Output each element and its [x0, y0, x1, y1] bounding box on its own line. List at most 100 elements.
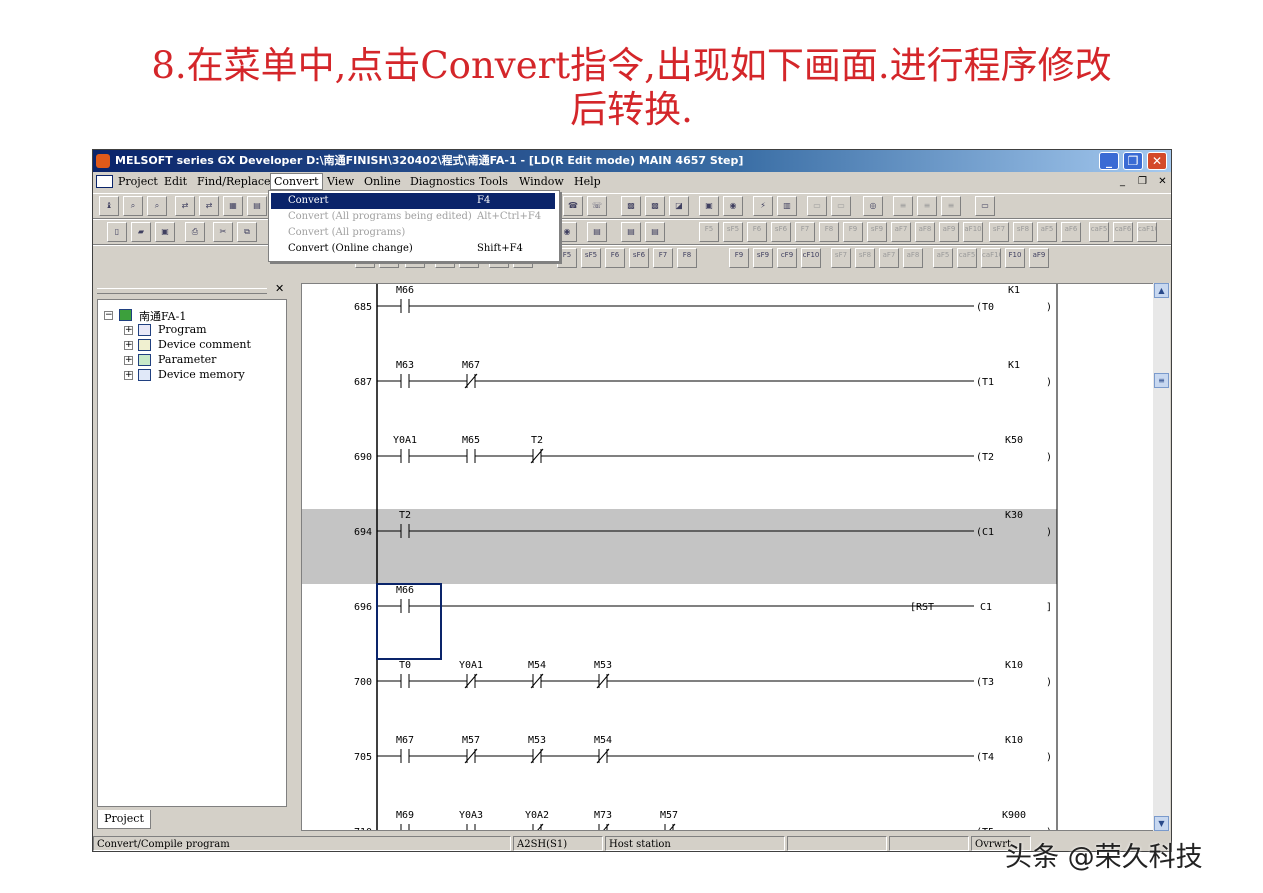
tree-item-parameter[interactable]: Parameter: [158, 353, 216, 366]
device-test-icon[interactable]: ⚡: [753, 196, 773, 216]
print-icon[interactable]: ⎙: [185, 222, 205, 242]
vline-key-icon[interactable]: sF9: [753, 248, 773, 268]
key-f7-icon[interactable]: F7: [795, 222, 815, 242]
key-af7-icon[interactable]: aF7: [891, 222, 911, 242]
ladder-diagram[interactable]: 685 M66 (T0 K1) 687 M63 M67 (T1 K1) 690 Y0A1 M65 T2 (…: [302, 284, 1156, 831]
convert-online-change-menu-item[interactable]: Convert (Online change) Shift+F4: [271, 241, 555, 257]
scroll-thumb[interactable]: ≡: [1154, 373, 1169, 388]
menu-project[interactable]: Project: [118, 175, 158, 188]
find-instruction-icon[interactable]: ⌕: [123, 196, 143, 216]
menu-help[interactable]: Help: [574, 175, 601, 188]
menu-tools[interactable]: Tools: [479, 175, 508, 188]
change-device-icon[interactable]: ⇄: [175, 196, 195, 216]
parallel-falling-key-icon[interactable]: aF8: [903, 248, 923, 268]
menu-online[interactable]: Online: [364, 175, 401, 188]
hline-key-icon[interactable]: F9: [729, 248, 749, 268]
coil-key-icon[interactable]: F7: [653, 248, 673, 268]
convert-all-programs-menu-item[interactable]: Convert (All programs): [271, 225, 555, 241]
trace-icon[interactable]: ≡: [893, 196, 913, 216]
timing-chart-icon[interactable]: ▥: [777, 196, 797, 216]
convert-all-edited-menu-item[interactable]: Convert (All programs being edited) Alt+…: [271, 209, 555, 225]
key-caf6-icon[interactable]: caF6: [1113, 222, 1133, 242]
key-af10-icon[interactable]: aF10: [963, 222, 983, 242]
key-f9-icon[interactable]: F9: [843, 222, 863, 242]
ladder-mode-icon[interactable]: ▤: [587, 222, 607, 242]
scroll-up-button[interactable]: ▲: [1154, 283, 1169, 298]
mdi-close-button[interactable]: ✕: [1156, 175, 1169, 188]
key-af6-icon[interactable]: aF6: [1061, 222, 1081, 242]
param-list-icon[interactable]: ▭: [831, 196, 851, 216]
close-button[interactable]: ✕: [1147, 152, 1167, 170]
start-monitor-icon[interactable]: ◪: [669, 196, 689, 216]
project-panel-close-icon[interactable]: ✕: [275, 282, 284, 295]
delete-line-key-icon[interactable]: aF9: [1029, 248, 1049, 268]
menu-window[interactable]: Window: [519, 175, 564, 188]
tree-item-device-comment[interactable]: Device comment: [158, 338, 251, 351]
key-f5-icon[interactable]: F5: [699, 222, 719, 242]
convert-menu-item[interactable]: Convert F4: [271, 193, 555, 209]
scroll-down-button[interactable]: ▼: [1154, 816, 1169, 831]
zoom-icon[interactable]: ◉: [557, 222, 577, 242]
diagnose-icon[interactable]: ◎: [863, 196, 883, 216]
panel-grip[interactable]: [97, 288, 267, 294]
delete-vline-key-icon[interactable]: cF10: [801, 248, 821, 268]
parallel-rising-key-icon[interactable]: aF7: [879, 248, 899, 268]
delete-hline-key-icon[interactable]: cF9: [777, 248, 797, 268]
falling-key-icon[interactable]: sF8: [855, 248, 875, 268]
vertical-scrollbar[interactable]: ▲ ≡ ▼: [1153, 283, 1170, 831]
tree-expand-icon[interactable]: +: [124, 356, 133, 365]
copy-icon[interactable]: ⧉: [237, 222, 257, 242]
list-mode-icon[interactable]: ▤: [621, 222, 641, 242]
parallel-no-key-icon[interactable]: sF5: [581, 248, 601, 268]
minimize-button[interactable]: _: [1099, 152, 1119, 170]
tree-expand-icon[interactable]: +: [124, 326, 133, 335]
key-sf6-icon[interactable]: sF6: [771, 222, 791, 242]
menu-view[interactable]: View: [327, 175, 354, 188]
key-sf5-icon[interactable]: sF5: [723, 222, 743, 242]
list-edit-icon[interactable]: ▤: [645, 222, 665, 242]
window-titlebar[interactable]: MELSOFT series GX Developer D:\南通FINISH\…: [93, 150, 1171, 172]
tree-item-program[interactable]: Program: [158, 323, 207, 336]
parallel-nc-key-icon[interactable]: sF6: [629, 248, 649, 268]
comment-icon[interactable]: ▤: [247, 196, 267, 216]
key-f6-icon[interactable]: F6: [747, 222, 767, 242]
key-af9-icon[interactable]: aF9: [939, 222, 959, 242]
screen-icon[interactable]: ▭: [975, 196, 995, 216]
menu-edit[interactable]: Edit: [164, 175, 187, 188]
key-sf9-icon[interactable]: sF9: [867, 222, 887, 242]
sampling-icon[interactable]: ≡: [917, 196, 937, 216]
tree-expand-icon[interactable]: +: [124, 371, 133, 380]
menu-find-replace[interactable]: Find/Replace: [197, 175, 271, 188]
tree-expand-icon[interactable]: +: [124, 341, 133, 350]
invert-key-icon[interactable]: aF5: [933, 248, 953, 268]
project-tab[interactable]: Project: [97, 810, 151, 829]
menu-convert[interactable]: Convert: [270, 173, 323, 190]
tree-collapse-icon[interactable]: −: [104, 311, 113, 320]
line-key-icon[interactable]: F10: [1005, 248, 1025, 268]
find-step-icon[interactable]: ⌕: [147, 196, 167, 216]
plc-write-icon[interactable]: ☏: [587, 196, 607, 216]
key-caf10-icon[interactable]: caF10: [1137, 222, 1157, 242]
monitor-mode-icon[interactable]: ▩: [621, 196, 641, 216]
key-f8-icon[interactable]: F8: [819, 222, 839, 242]
key-sf7-icon[interactable]: sF7: [989, 222, 1009, 242]
key-af5-icon[interactable]: aF5: [1037, 222, 1057, 242]
key-caf5-icon[interactable]: caF5: [1089, 222, 1109, 242]
save-project-icon[interactable]: ▣: [155, 222, 175, 242]
tree-root-label[interactable]: 南通FA-1: [139, 308, 186, 324]
monitor-write-icon[interactable]: ▩: [645, 196, 665, 216]
trace-run-icon[interactable]: ≡: [941, 196, 961, 216]
device-batch-icon[interactable]: ▣: [699, 196, 719, 216]
mdi-minimize-button[interactable]: _: [1116, 175, 1129, 188]
op-falling-key-icon[interactable]: caF10: [981, 248, 1001, 268]
menu-diagnostics[interactable]: Diagnostics: [410, 175, 475, 188]
op-result-key-icon[interactable]: caF5: [957, 248, 977, 268]
program-list-icon[interactable]: ▭: [807, 196, 827, 216]
new-project-icon[interactable]: ▯: [107, 222, 127, 242]
change-instruction-icon[interactable]: ⇄: [199, 196, 219, 216]
plc-read-icon[interactable]: ☎: [563, 196, 583, 216]
ladder-editor[interactable]: 685 M66 (T0 K1) 687 M63 M67 (T1 K1) 690 Y0A1 M65 T2 (…: [301, 283, 1156, 831]
key-sf8-icon[interactable]: sF8: [1013, 222, 1033, 242]
tree-item-device-memory[interactable]: Device memory: [158, 368, 245, 381]
open-project-icon[interactable]: ▰: [131, 222, 151, 242]
